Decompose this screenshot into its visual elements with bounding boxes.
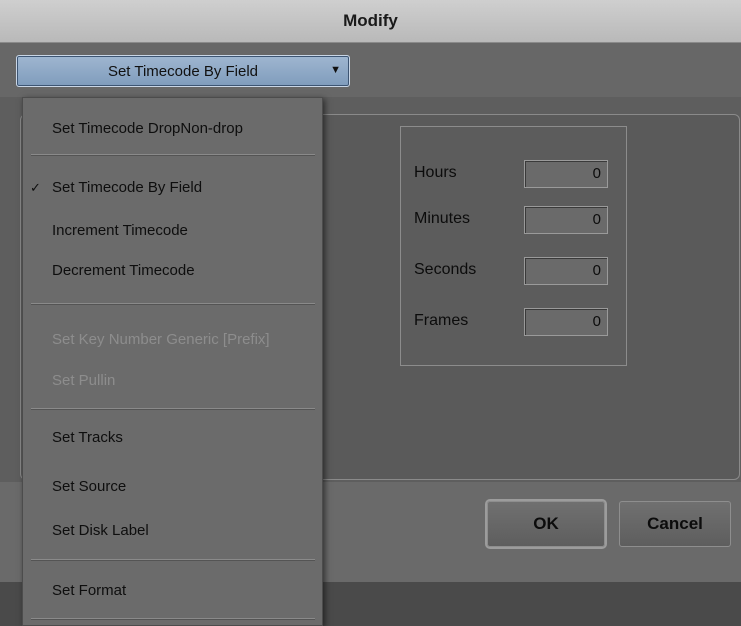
mode-dropdown-value: Set Timecode By Field <box>107 62 259 80</box>
menu-item-set-timecode-by-field[interactable]: ✓ Set Timecode By Field <box>23 173 322 203</box>
menu-item-label: Decrement Timecode <box>52 262 195 279</box>
minutes-label: Minutes <box>414 210 471 227</box>
menu-item-label: Set Timecode By Field <box>52 179 203 196</box>
menu-item-label: Increment Timecode <box>52 222 188 239</box>
frames-field[interactable]: 0 <box>524 308 608 336</box>
window-title: Modify <box>0 0 741 43</box>
ok-button[interactable]: OK <box>487 501 605 547</box>
menu-separator <box>31 559 315 561</box>
hours-field[interactable]: 0 <box>524 160 608 188</box>
menu-item-set-source[interactable]: Set Source <box>23 472 322 502</box>
menu-item-label: Set Disk Label <box>52 522 149 539</box>
mode-dropdown-menu: Set Timecode DropNon-drop ✓ Set Timecode… <box>22 97 323 626</box>
frames-row: Frames 0 <box>414 308 624 338</box>
menu-separator <box>31 154 315 156</box>
cancel-button[interactable]: Cancel <box>619 501 731 547</box>
seconds-label: Seconds <box>414 261 477 278</box>
minutes-row: Minutes 0 <box>414 206 624 236</box>
menu-item-set-key-number-generic: Set Key Number Generic [Prefix] <box>23 325 322 355</box>
menu-item-set-format[interactable]: Set Format <box>23 576 322 606</box>
chevron-down-icon[interactable]: ▼ <box>330 64 341 76</box>
minutes-field[interactable]: 0 <box>524 206 608 234</box>
menu-item-label: Set Source <box>52 478 127 495</box>
hours-label: Hours <box>414 164 457 181</box>
menu-item-set-tracks[interactable]: Set Tracks <box>23 423 322 453</box>
menu-separator <box>31 618 315 620</box>
menu-item-decrement-timecode[interactable]: Decrement Timecode <box>23 256 322 286</box>
check-icon: ✓ <box>30 180 41 195</box>
hours-row: Hours 0 <box>414 160 624 190</box>
menu-item-increment-timecode[interactable]: Increment Timecode <box>23 216 322 246</box>
menu-item-set-timecode-dropnondrop[interactable]: Set Timecode DropNon-drop <box>23 114 322 144</box>
frames-label: Frames <box>414 312 469 329</box>
menu-item-label: Set Format <box>52 582 127 599</box>
menu-item-label: Set Pullin <box>52 372 116 389</box>
menu-item-set-disk-label[interactable]: Set Disk Label <box>23 516 322 546</box>
mode-dropdown[interactable]: Set Timecode By Field ▼ <box>16 55 350 87</box>
menu-item-label: Set Timecode DropNon-drop <box>52 120 243 137</box>
menu-separator <box>31 408 315 410</box>
menu-item-label: Set Key Number Generic [Prefix] <box>52 331 270 348</box>
menu-item-set-pullin: Set Pullin <box>23 366 322 396</box>
menu-item-label: Set Tracks <box>52 429 123 446</box>
seconds-row: Seconds 0 <box>414 257 624 287</box>
seconds-field[interactable]: 0 <box>524 257 608 285</box>
menu-separator <box>31 303 315 305</box>
